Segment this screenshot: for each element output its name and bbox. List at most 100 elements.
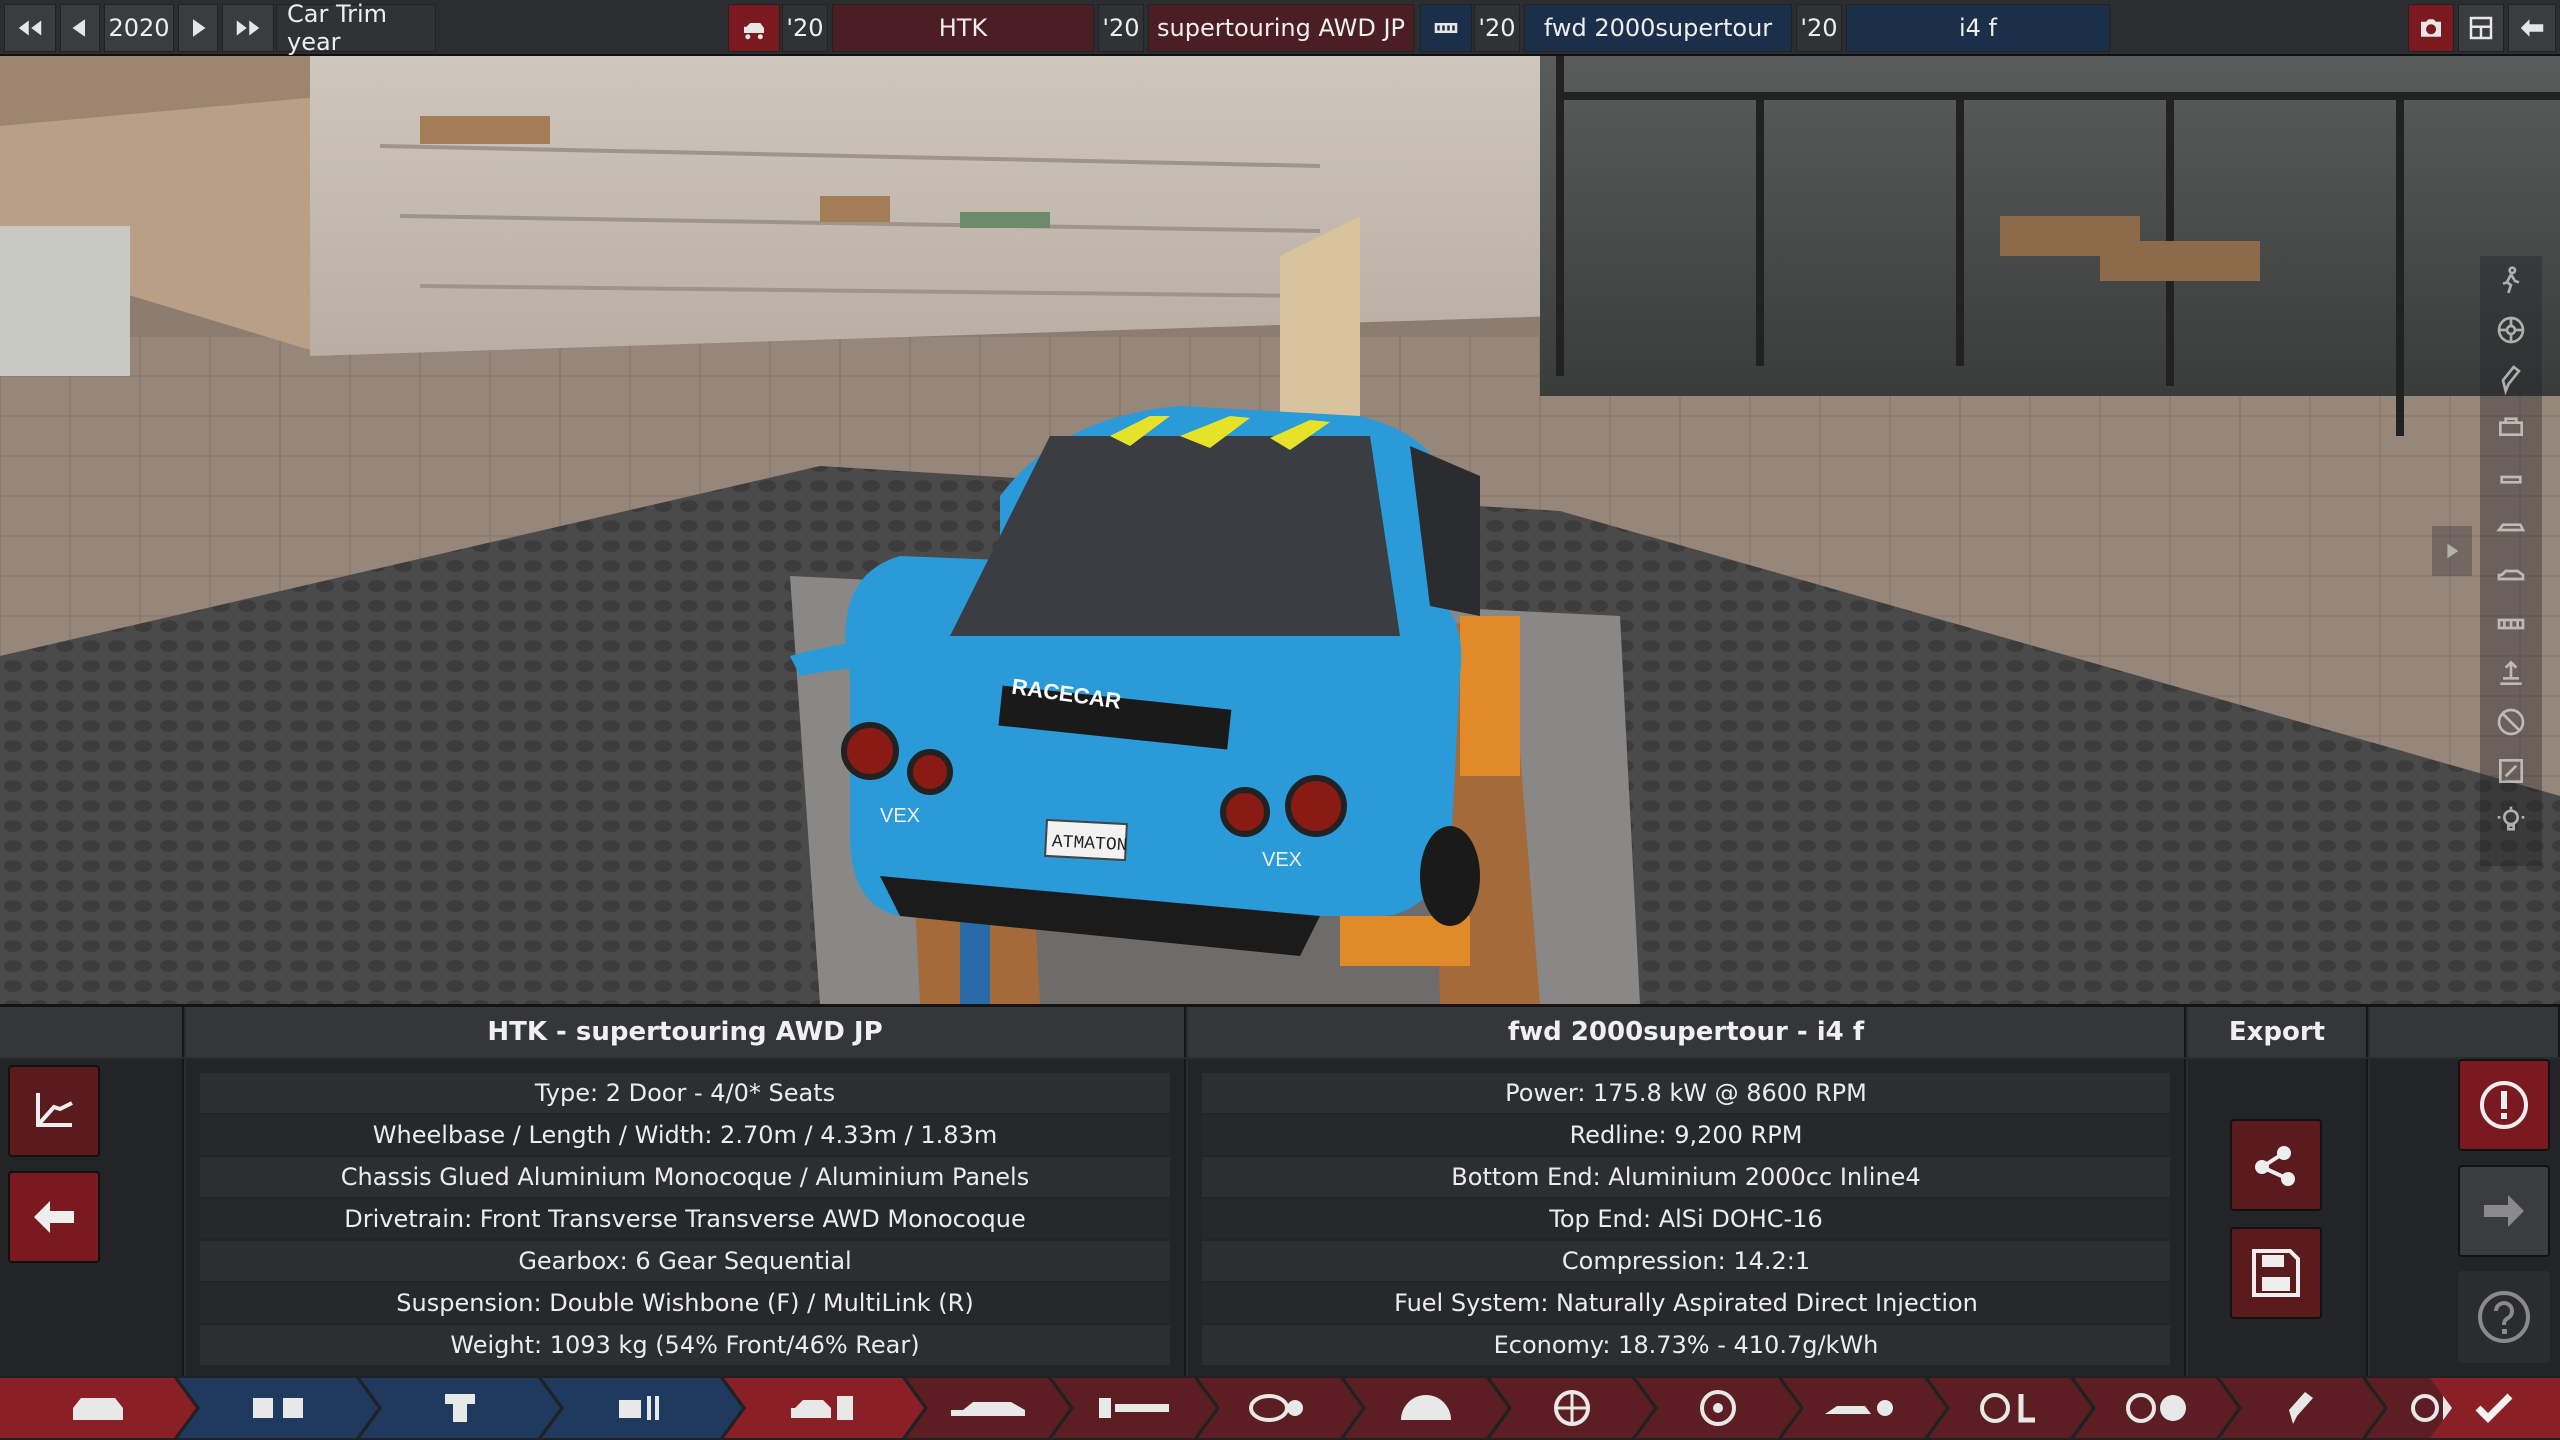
- tab-engine-family[interactable]: [178, 1378, 378, 1438]
- car-icon: [744, 23, 764, 40]
- car-lift-icon: [2500, 659, 2522, 685]
- arrow-left-icon: [2520, 19, 2544, 37]
- left-controls: [0, 1059, 184, 1377]
- share-icon: [2255, 1146, 2295, 1186]
- chevron-right-icon: [2447, 543, 2459, 559]
- next-step-button[interactable]: [2458, 1165, 2550, 1257]
- next-year-button[interactable]: [178, 4, 218, 52]
- engine-variant-selector[interactable]: i4 f: [1846, 4, 2110, 52]
- car-type-row: Type: 2 Door - 4/0* Seats: [200, 1073, 1170, 1113]
- tab-chassis[interactable]: [1052, 1378, 1216, 1438]
- trim-year-label: '20: [1098, 4, 1144, 52]
- right-controls: [2370, 1059, 2560, 1377]
- wheel-view-button[interactable]: [2480, 305, 2542, 354]
- hide-parts-button[interactable]: [2480, 697, 2542, 746]
- blueprint-button[interactable]: [2480, 746, 2542, 795]
- car-dimensions-row: Wheelbase / Length / Width: 2.70m / 4.33…: [200, 1115, 1170, 1155]
- fast-forward-year-button[interactable]: [222, 4, 274, 52]
- car-weight-row: Weight: 1093 kg (54% Front/46% Rear): [200, 1325, 1170, 1365]
- year-display: 2020: [104, 4, 174, 52]
- sponsor-decal-left: VEX: [880, 805, 920, 827]
- export-title: Export: [2188, 1007, 2368, 1057]
- fast-backward-icon: [18, 20, 42, 36]
- tab-aerodynamics[interactable]: [1782, 1378, 1946, 1438]
- export-body: [2188, 1059, 2368, 1377]
- paint-spray-icon: [2501, 364, 2521, 395]
- lighting-button[interactable]: [2480, 795, 2542, 844]
- engine-family-year-label: '20: [1474, 4, 1520, 52]
- chassis-rail-icon: [1089, 1386, 1179, 1430]
- tab-paint[interactable]: [2220, 1378, 2384, 1438]
- warnings-button[interactable]: [2458, 1059, 2550, 1151]
- chassis-icon: [2497, 618, 2525, 629]
- tab-safety[interactable]: [2074, 1378, 2238, 1438]
- screenshot-button[interactable]: [2408, 4, 2454, 52]
- tab-engine-bottom[interactable]: [360, 1378, 560, 1438]
- arrow-left-icon: [34, 1201, 74, 1233]
- steering-safety-icon: [2111, 1386, 2201, 1430]
- aero-fan-icon: [1819, 1386, 1909, 1430]
- expand-side-toolbar-button[interactable]: [2432, 526, 2472, 576]
- wheel-icon: [2497, 316, 2525, 343]
- camera-angle-icon: [36, 1093, 73, 1127]
- arrow-right-icon: [2484, 1195, 2524, 1227]
- tab-wheels[interactable]: [1490, 1378, 1654, 1438]
- floppy-disk-icon: [2252, 1249, 2300, 1297]
- engine-bay-button[interactable]: [2480, 403, 2542, 452]
- paint-button[interactable]: [2480, 354, 2542, 403]
- left-controls-header: [0, 1007, 184, 1057]
- gear-half-icon: [1381, 1386, 1471, 1430]
- engine-block-icon: [1434, 23, 1458, 33]
- no-entry-icon: [2497, 708, 2525, 735]
- car-side-icon: [2497, 569, 2525, 580]
- body-view-button[interactable]: [2480, 501, 2542, 550]
- model-name-selector[interactable]: HTK: [832, 4, 1094, 52]
- tab-car-engine[interactable]: [724, 1378, 924, 1438]
- chassis-view-button[interactable]: [2480, 599, 2542, 648]
- tab-engine-top[interactable]: [542, 1378, 742, 1438]
- interior-button[interactable]: [2480, 452, 2542, 501]
- exclamation-circle-icon: [2480, 1081, 2528, 1129]
- previous-step-button[interactable]: [8, 1171, 100, 1263]
- engine-redline-row: Redline: 9,200 RPM: [1202, 1115, 2170, 1155]
- layout-button[interactable]: [2458, 4, 2504, 52]
- tab-aero[interactable]: [1344, 1378, 1508, 1438]
- tab-suspension[interactable]: [1198, 1378, 1362, 1438]
- help-button[interactable]: [2458, 1271, 2550, 1363]
- camera-angle-button[interactable]: [8, 1065, 100, 1157]
- tab-brakes[interactable]: [1636, 1378, 1800, 1438]
- lift-button[interactable]: [2480, 648, 2542, 697]
- license-plate-text: ATMATON: [1051, 832, 1128, 856]
- car-info-list: Type: 2 Door - 4/0* Seats Wheelbase / Le…: [200, 1073, 1170, 1367]
- camera-icon: [2421, 19, 2441, 37]
- back-button[interactable]: [2508, 4, 2556, 52]
- car-preview-viewport[interactable]: ATMATON RACECAR VEX VEX: [0, 56, 2560, 1004]
- sponsor-decal-right: VEX: [1262, 849, 1302, 871]
- rewind-year-button[interactable]: [4, 4, 56, 52]
- light-bulb-icon: [2497, 806, 2525, 831]
- engine-economy-row: Economy: 18.73% - 410.7g/kWh: [1202, 1325, 2170, 1365]
- tab-interior[interactable]: [1928, 1378, 2092, 1438]
- car-drivetrain-row: Drivetrain: Front Transverse Transverse …: [200, 1199, 1170, 1239]
- tab-body[interactable]: [906, 1378, 1070, 1438]
- car-body-side-icon: [943, 1386, 1033, 1430]
- prev-year-button[interactable]: [60, 4, 100, 52]
- car-model-icon-button[interactable]: [728, 4, 780, 52]
- trim-name-selector[interactable]: supertouring AWD JP: [1148, 4, 1414, 52]
- seat-icon: [2500, 475, 2522, 484]
- person-walking-icon: [2502, 265, 2520, 293]
- car-info-title: HTK - supertouring AWD JP: [186, 1007, 1186, 1057]
- share-export-button[interactable]: [2230, 1119, 2322, 1211]
- side-view-button[interactable]: [2480, 550, 2542, 599]
- tab-car-model[interactable]: [0, 1378, 196, 1438]
- steering-wheel-seat-icon: [1965, 1386, 2055, 1430]
- info-panel: HTK - supertouring AWD JP Type: 2 Door -…: [0, 1004, 2560, 1377]
- engine-family-selector[interactable]: fwd 2000supertour: [1524, 4, 1792, 52]
- driver-view-button[interactable]: [2480, 256, 2542, 305]
- design-steps-tabbar: [0, 1376, 2560, 1440]
- engine-bottom-end-row: Bottom End: Aluminium 2000cc Inline4: [1202, 1157, 2170, 1197]
- save-button[interactable]: [2230, 1227, 2322, 1319]
- engine-top-icon: [597, 1386, 687, 1430]
- layout-grid-icon: [2469, 16, 2493, 40]
- engine-icon-button[interactable]: [1420, 4, 1472, 52]
